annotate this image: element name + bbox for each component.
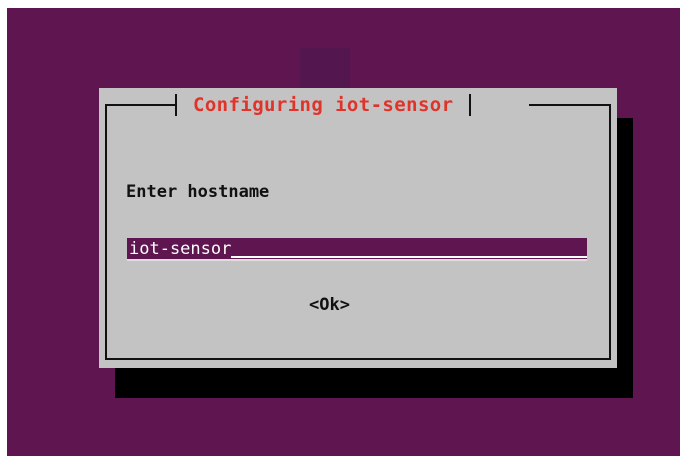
frame-top-left <box>105 104 175 106</box>
dialog-title-bar: Configuring iot-sensor <box>175 94 472 116</box>
hostname-input[interactable]: iot-sensor <box>127 238 587 261</box>
terminal-screen: Configuring iot-sensor Enter hostname io… <box>7 8 680 456</box>
frame-right <box>609 104 611 360</box>
input-underline <box>231 255 587 258</box>
configuration-dialog: Configuring iot-sensor Enter hostname io… <box>99 88 617 368</box>
dialog-title: Configuring iot-sensor <box>193 94 454 116</box>
frame-left <box>105 104 107 360</box>
frame-bottom <box>105 358 611 360</box>
hostname-input-value[interactable]: iot-sensor <box>129 239 231 259</box>
background-block <box>300 48 350 88</box>
ok-button[interactable]: <Ok> <box>309 295 350 315</box>
hostname-prompt: Enter hostname <box>126 182 270 202</box>
title-right-tick <box>469 94 472 116</box>
frame-top-right <box>529 104 611 106</box>
